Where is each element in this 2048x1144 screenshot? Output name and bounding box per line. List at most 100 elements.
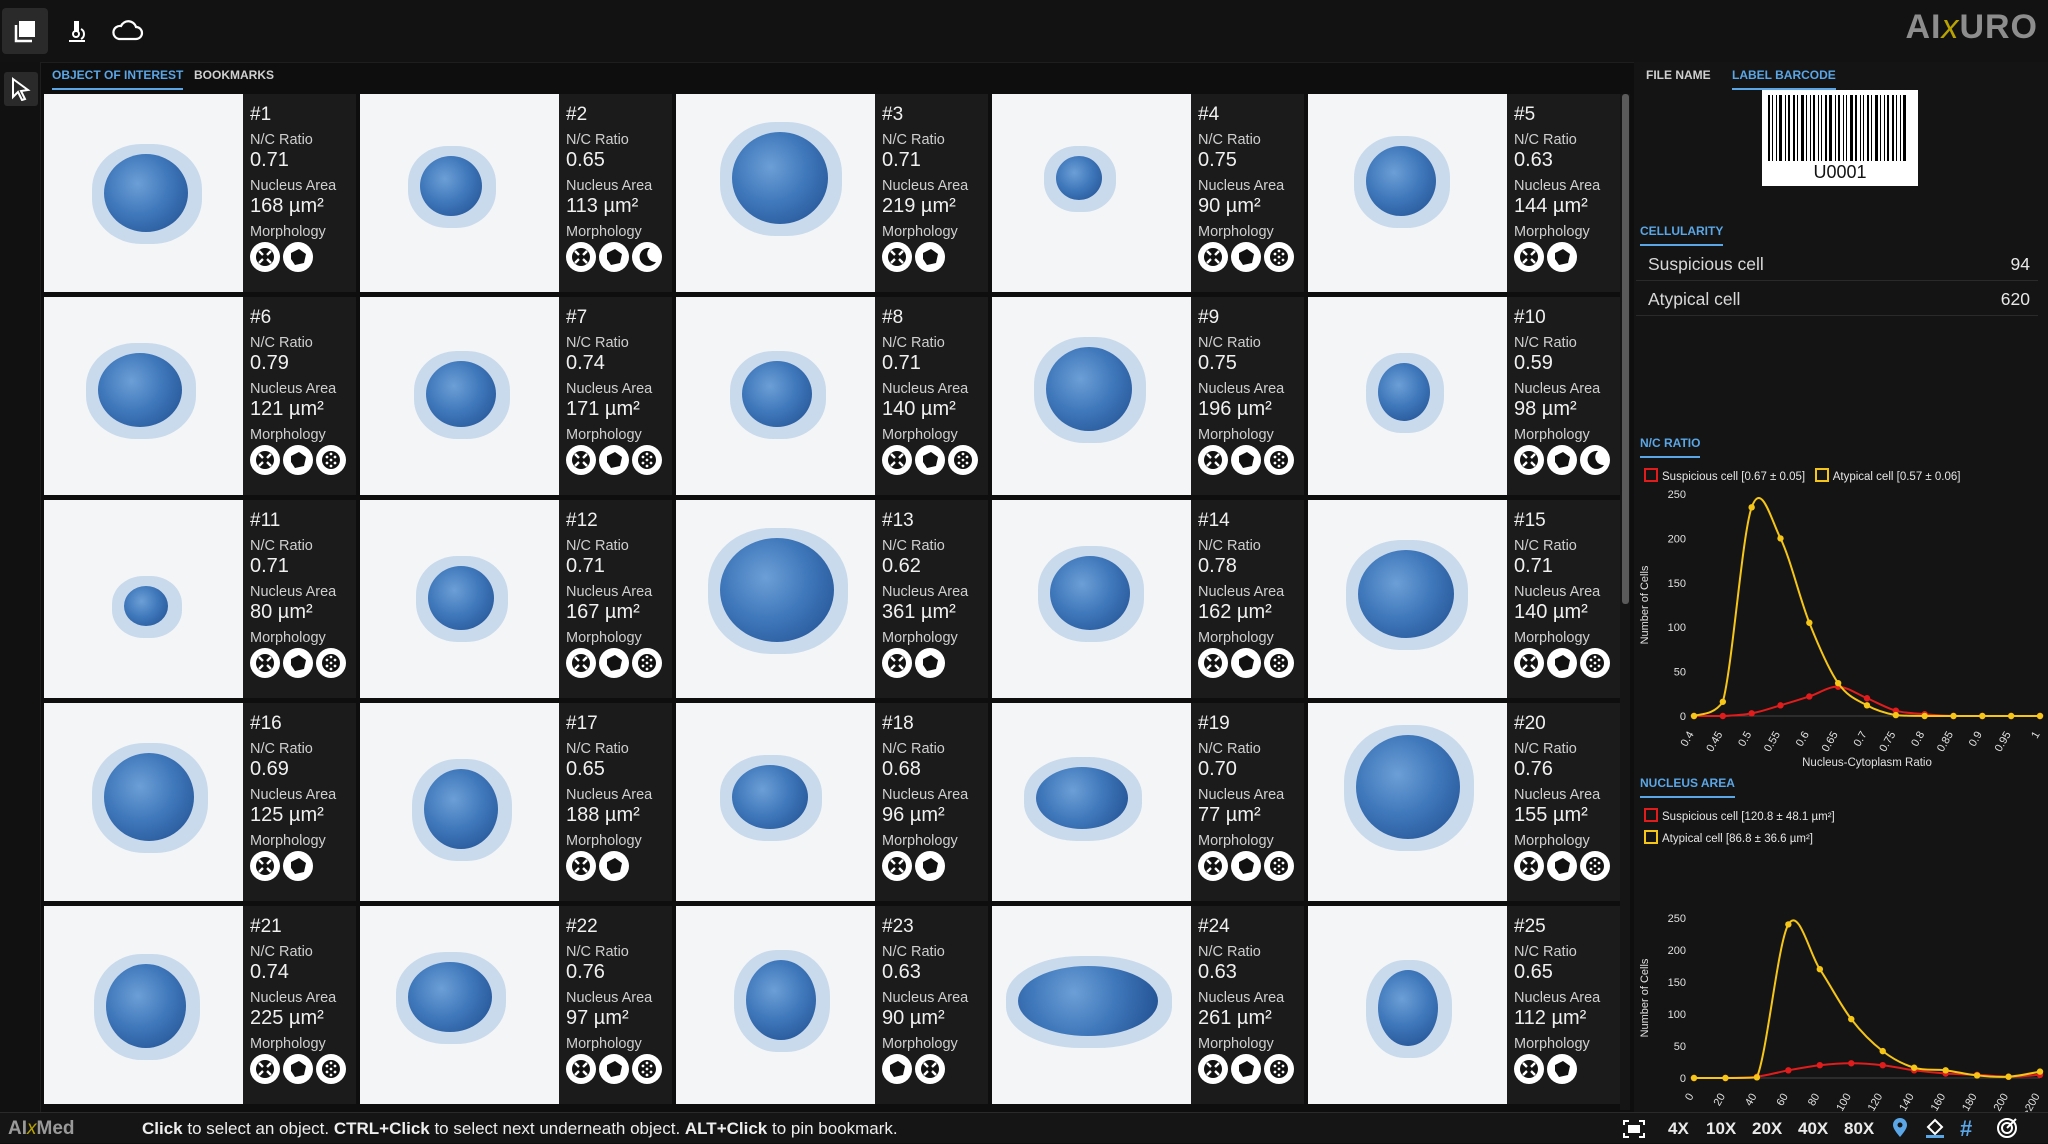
- nc-ratio-value: 0.70: [1198, 758, 1237, 780]
- cell-tile[interactable]: #5 N/C Ratio 0.63 Nucleus Area 144 µm² Morpho…: [1308, 94, 1620, 292]
- cell-tile[interactable]: #2 N/C Ratio 0.65 Nucleus Area 113 µm² Morpho…: [360, 94, 672, 292]
- data-point: [1719, 698, 1727, 705]
- tab-label-barcode[interactable]: LABEL BARCODE: [1732, 68, 1836, 90]
- cell-image[interactable]: [360, 703, 559, 901]
- cell-tile[interactable]: #9 N/C Ratio 0.75 Nucleus Area 196 µm² Morpho…: [992, 297, 1304, 495]
- tab-bookmarks[interactable]: BOOKMARKS: [194, 68, 274, 88]
- cell-image[interactable]: [992, 94, 1191, 292]
- morph-texture-icon: [1198, 242, 1228, 272]
- cell-image[interactable]: [992, 703, 1191, 901]
- cell-image[interactable]: [992, 906, 1191, 1104]
- pointer-tool-icon[interactable]: [4, 72, 38, 106]
- cell-image[interactable]: [676, 297, 875, 495]
- tab-object-of-interest[interactable]: OBJECT OF INTEREST: [52, 68, 184, 90]
- cell-tile[interactable]: #8 N/C Ratio 0.71 Nucleus Area 140 µm² Morpho…: [676, 297, 988, 495]
- cell-image[interactable]: [1308, 297, 1507, 495]
- morphology-icons: [1514, 648, 1618, 678]
- cell-tile[interactable]: #17 N/C Ratio 0.65 Nucleus Area 188 µm² Morph…: [360, 703, 672, 901]
- cell-image[interactable]: [676, 94, 875, 292]
- cell-image[interactable]: [360, 94, 559, 292]
- cell-image[interactable]: [676, 703, 875, 901]
- zoom-10x-button[interactable]: 10X: [1706, 1119, 1736, 1139]
- data-point: [1719, 712, 1727, 720]
- cell-image[interactable]: [992, 297, 1191, 495]
- cell-tile[interactable]: #20 N/C Ratio 0.76 Nucleus Area 155 µm² Morph…: [1308, 703, 1620, 901]
- morphology-icons: [250, 648, 354, 678]
- nucleus-area-label: Nucleus Area: [566, 381, 653, 397]
- morphology-label: Morphology: [250, 1036, 326, 1052]
- cell-tile[interactable]: #21 N/C Ratio 0.74 Nucleus Area 225 µm² Morph…: [44, 906, 356, 1104]
- gallery-icon[interactable]: [2, 8, 48, 54]
- cell-image[interactable]: [44, 500, 243, 698]
- x-tick-label: 0.95: [1993, 730, 2014, 755]
- cell-image[interactable]: [360, 297, 559, 495]
- cell-tile[interactable]: #16 N/C Ratio 0.69 Nucleus Area 125 µm² Morph…: [44, 703, 356, 901]
- zoom-20x-button[interactable]: 20X: [1752, 1119, 1782, 1139]
- cell-image[interactable]: [44, 297, 243, 495]
- cell-image[interactable]: [360, 906, 559, 1104]
- cloud-icon[interactable]: [104, 8, 150, 54]
- cell-tile[interactable]: #11 N/C Ratio 0.71 Nucleus Area 80 µm² Morpho…: [44, 500, 356, 698]
- data-point: [1910, 1064, 1918, 1071]
- gallery-scrollbar-thumb[interactable]: [1622, 94, 1629, 604]
- morphology-icons: [1198, 648, 1302, 678]
- cell-tile[interactable]: #18 N/C Ratio 0.68 Nucleus Area 96 µm² Morpho…: [676, 703, 988, 901]
- cell-id: #25: [1514, 916, 1546, 937]
- cell-tile[interactable]: #7 N/C Ratio 0.74 Nucleus Area 171 µm² Morpho…: [360, 297, 672, 495]
- cell-image[interactable]: [1308, 94, 1507, 292]
- nc-ratio-label: N/C Ratio: [882, 132, 945, 148]
- cell-image[interactable]: [44, 703, 243, 901]
- nc-ratio-value: 0.65: [566, 758, 605, 780]
- cell-tile[interactable]: #13 N/C Ratio 0.62 Nucleus Area 361 µm² Morph…: [676, 500, 988, 698]
- morph-texture-icon: [250, 1054, 280, 1084]
- cell-tile[interactable]: #23 N/C Ratio 0.63 Nucleus Area 90 µm² Morpho…: [676, 906, 988, 1104]
- tab-file-name[interactable]: FILE NAME: [1646, 68, 1711, 88]
- cell-tile[interactable]: #25 N/C Ratio 0.65 Nucleus Area 112 µm² Morph…: [1308, 906, 1620, 1104]
- cell-tile[interactable]: #1 N/C Ratio 0.71 Nucleus Area 168 µm² Morpho…: [44, 94, 356, 292]
- morphology-icons: [250, 242, 354, 272]
- cell-image[interactable]: [1308, 703, 1507, 901]
- cell-image[interactable]: [44, 906, 243, 1104]
- morph-moon-icon: [632, 242, 662, 272]
- data-point: [1950, 712, 1957, 720]
- cell-id: #24: [1198, 916, 1230, 937]
- morphology-icons: [882, 242, 986, 272]
- cell-tile[interactable]: #14 N/C Ratio 0.78 Nucleus Area 162 µm² Morph…: [992, 500, 1304, 698]
- cell-image[interactable]: [1308, 906, 1507, 1104]
- cell-image[interactable]: [676, 500, 875, 698]
- target-icon[interactable]: [1996, 1117, 2018, 1144]
- cell-tile[interactable]: #19 N/C Ratio 0.70 Nucleus Area 77 µm² Morpho…: [992, 703, 1304, 901]
- microscope-icon[interactable]: [54, 8, 100, 54]
- morphology-icons: [250, 851, 354, 881]
- cell-image[interactable]: [1308, 500, 1507, 698]
- morphology-label: Morphology: [250, 427, 326, 443]
- morphology-icons: [1198, 851, 1302, 881]
- y-tick-label: 150: [1668, 578, 1686, 590]
- paint-bucket-icon[interactable]: [1924, 1117, 1946, 1144]
- cell-tile[interactable]: #15 N/C Ratio 0.71 Nucleus Area 140 µm² Morph…: [1308, 500, 1620, 698]
- location-pin-icon[interactable]: [1890, 1117, 1910, 1144]
- zoom-40x-button[interactable]: 40X: [1798, 1119, 1828, 1139]
- grid-hash-icon[interactable]: #: [1960, 1116, 1972, 1142]
- zoom-80x-button[interactable]: 80X: [1844, 1119, 1874, 1139]
- cell-tile[interactable]: #10 N/C Ratio 0.59 Nucleus Area 98 µm² Morpho…: [1308, 297, 1620, 495]
- zoom-4x-button[interactable]: 4X: [1668, 1119, 1689, 1139]
- cell-tile[interactable]: #12 N/C Ratio 0.71 Nucleus Area 167 µm² Morph…: [360, 500, 672, 698]
- cell-tile[interactable]: #4 N/C Ratio 0.75 Nucleus Area 90 µm² Morphol…: [992, 94, 1304, 292]
- morph-dots-icon: [632, 1054, 662, 1084]
- cell-image[interactable]: [44, 94, 243, 292]
- cell-image[interactable]: [676, 906, 875, 1104]
- cell-image[interactable]: [360, 500, 559, 698]
- cell-tile[interactable]: #6 N/C Ratio 0.79 Nucleus Area 121 µm² Morpho…: [44, 297, 356, 495]
- fit-screen-icon[interactable]: [1622, 1119, 1646, 1144]
- cell-tile[interactable]: #3 N/C Ratio 0.71 Nucleus Area 219 µm² Morpho…: [676, 94, 988, 292]
- cell-info: #22 N/C Ratio 0.76 Nucleus Area 97 µm² Morpho…: [566, 916, 670, 1084]
- cell-id: #11: [250, 510, 281, 531]
- cell-image[interactable]: [992, 500, 1191, 698]
- x-tick-label: 0.65: [1820, 730, 1841, 755]
- cell-tile[interactable]: #22 N/C Ratio 0.76 Nucleus Area 97 µm² Morpho…: [360, 906, 672, 1104]
- nc-ratio-label: N/C Ratio: [1198, 944, 1261, 960]
- nucleus-area-value: 188 µm²: [566, 804, 640, 826]
- cell-tile[interactable]: #24 N/C Ratio 0.63 Nucleus Area 261 µm² Morph…: [992, 906, 1304, 1104]
- x-tick-label: 0.5: [1736, 730, 1754, 749]
